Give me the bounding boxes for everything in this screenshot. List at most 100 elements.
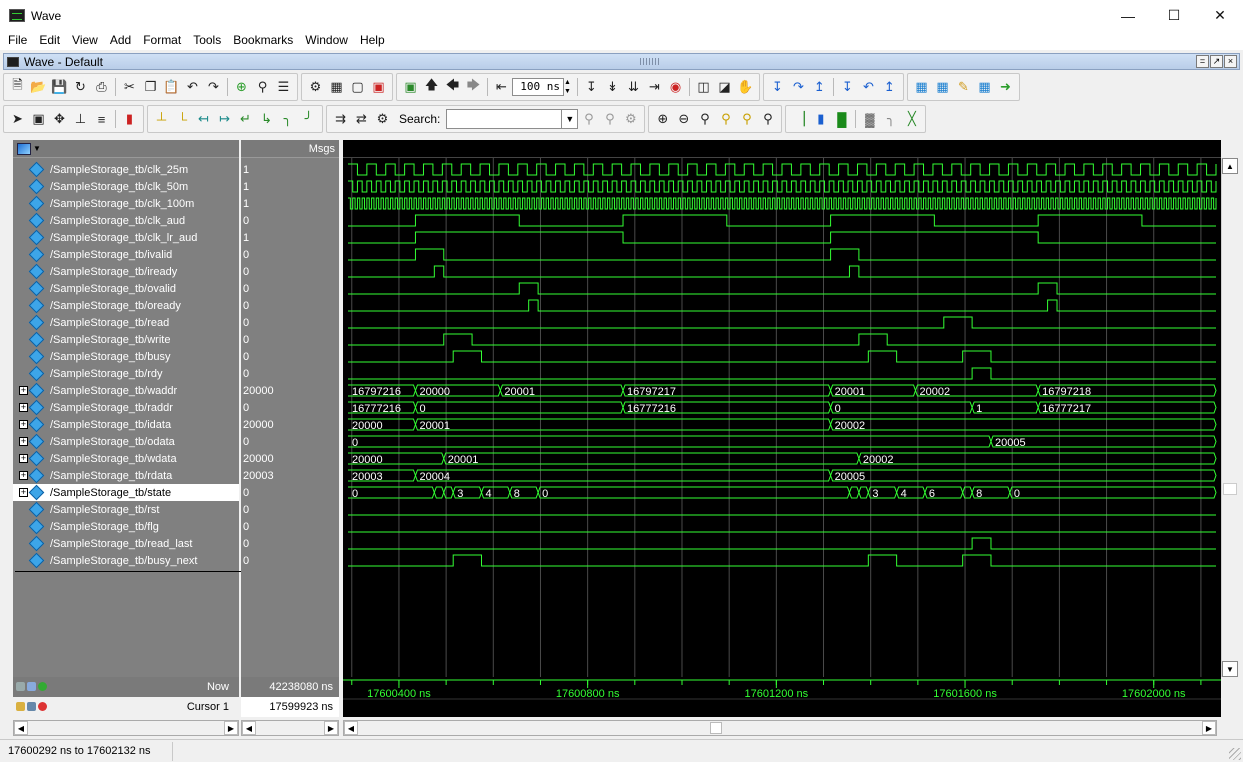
signal-value-row[interactable]: 1 — [241, 229, 339, 246]
simulate-icon[interactable]: ▢ — [347, 77, 368, 97]
new-file-icon[interactable]: 🗎 — [7, 77, 28, 97]
layout-alt-icon[interactable]: ▦ — [932, 77, 953, 97]
signal-value-row[interactable]: 1 — [241, 178, 339, 195]
arrow-right-icon[interactable]: 🡆 — [463, 77, 484, 97]
wave-scroll-thumb[interactable] — [710, 722, 722, 734]
names-scroll-right-icon[interactable]: ▶ — [224, 721, 238, 735]
expand-icon[interactable]: + — [19, 386, 28, 395]
layout-export-icon[interactable]: ➜ — [995, 77, 1016, 97]
zoom-full-icon[interactable]: ⚲ — [694, 109, 715, 129]
signal-row[interactable]: /SampleStorage_tb/iready — [13, 263, 239, 280]
chevron-down-icon[interactable]: ▼ — [33, 144, 41, 153]
signal-value-row[interactable]: 0 — [241, 297, 339, 314]
waveform-pane[interactable]: 16797216 20000 20001 16797217 20001 20002 1679… — [343, 140, 1221, 677]
close-button[interactable]: ✕ — [1197, 0, 1243, 31]
add-icon[interactable]: ⊕ — [231, 77, 252, 97]
minimize-button[interactable]: — — [1105, 0, 1151, 31]
search-dropdown-icon[interactable]: ▼ — [562, 109, 579, 129]
maximize-button[interactable]: ☐ — [1151, 0, 1197, 31]
scroll-down-icon[interactable]: ▼ — [1222, 661, 1238, 677]
wave-scroll-right-icon[interactable]: ▶ — [1202, 721, 1216, 735]
timeline-ruler[interactable]: 17600400 ns 17600800 ns 17601200 ns 1760160… — [343, 677, 1221, 717]
wave-vertical-scrollbar[interactable]: ▲ ▼ — [1221, 158, 1238, 677]
signal-value-row[interactable]: 0 — [241, 212, 339, 229]
scroll-up-icon[interactable]: ▲ — [1222, 158, 1238, 174]
find-icon[interactable]: ⚲ — [252, 77, 273, 97]
signal-value-row[interactable]: 0 — [241, 348, 339, 365]
search-forward-icon[interactable]: ⚲ — [599, 109, 620, 129]
signal-row[interactable]: /SampleStorage_tb/busy — [13, 348, 239, 365]
signal-row[interactable]: + /SampleStorage_tb/rdata — [13, 467, 239, 484]
delete-cursor-icon[interactable]: └ — [172, 109, 193, 129]
signal-value-row[interactable]: 0 — [241, 484, 339, 501]
undo-icon[interactable]: ↶ — [182, 77, 203, 97]
step-over-icon[interactable]: ↷ — [788, 77, 809, 97]
stretch-mode-icon[interactable]: ≡ — [91, 109, 112, 129]
signal-row[interactable]: /SampleStorage_tb/busy_next — [13, 552, 239, 569]
step-into-icon[interactable]: ↧ — [767, 77, 788, 97]
signal-row[interactable]: /SampleStorage_tb/flg — [13, 518, 239, 535]
vertical-scroll-thumb[interactable] — [1223, 483, 1237, 495]
wave-logic-icon[interactable]: ╮ — [880, 109, 901, 129]
signal-value-row[interactable]: 1 — [241, 195, 339, 212]
wave-fill-icon[interactable]: █ — [831, 109, 852, 129]
arrow-up-icon[interactable]: 🡅 — [421, 77, 442, 97]
add-cursor-icon[interactable] — [38, 682, 47, 691]
signal-row[interactable]: /SampleStorage_tb/ovalid — [13, 280, 239, 297]
pane-drag-handle[interactable] — [640, 58, 660, 65]
next-edge-icon[interactable]: ↦ — [214, 109, 235, 129]
wave-options-icon[interactable] — [17, 142, 31, 155]
wave-height-alt-icon[interactable]: ▮ — [810, 109, 831, 129]
values-scroll-left-icon[interactable]: ◀ — [242, 721, 256, 735]
hand-icon[interactable]: ✋ — [735, 77, 756, 97]
zoom-range-icon[interactable]: ⚲ — [757, 109, 778, 129]
wave-pattern-icon[interactable]: ▓ — [859, 109, 880, 129]
remove-cursor-icon[interactable] — [38, 702, 47, 711]
waveform-canvas[interactable]: 16797216 20000 20001 16797217 20001 20002 1679… — [343, 158, 1221, 677]
signal-row[interactable]: /SampleStorage_tb/clk_50m — [13, 178, 239, 195]
lock-cursor-icon[interactable] — [16, 702, 25, 711]
expand-icon[interactable]: + — [19, 420, 28, 429]
next-transition-icon[interactable]: ↳ — [256, 109, 277, 129]
insert-cursor-icon[interactable]: ┴ — [151, 109, 172, 129]
resize-grip-icon[interactable] — [1229, 748, 1241, 760]
run-length-input[interactable]: 100 ns — [512, 78, 564, 96]
signal-row[interactable]: /SampleStorage_tb/read_last — [13, 535, 239, 552]
signal-value-row[interactable]: 0 — [241, 552, 339, 569]
expand-icon[interactable]: + — [19, 488, 28, 497]
menu-file[interactable]: File — [2, 31, 33, 50]
layout-icon[interactable]: ▦ — [911, 77, 932, 97]
run-all-icon[interactable]: ⇊ — [623, 77, 644, 97]
step-back-over-icon[interactable]: ↶ — [858, 77, 879, 97]
menu-format[interactable]: Format — [137, 31, 187, 50]
redo-icon[interactable]: ↷ — [203, 77, 224, 97]
break-icon[interactable]: ▣ — [368, 77, 389, 97]
signal-row[interactable]: /SampleStorage_tb/clk_lr_aud — [13, 229, 239, 246]
cursor-settings-icon[interactable] — [16, 682, 25, 691]
search-input[interactable] — [446, 109, 563, 129]
signal-row[interactable]: /SampleStorage_tb/ivalid — [13, 246, 239, 263]
menu-tools[interactable]: Tools — [187, 31, 227, 50]
pan-mode-icon[interactable]: ✥ — [49, 109, 70, 129]
signal-value-row[interactable]: 0 — [241, 399, 339, 416]
delta-time-icon[interactable]: ⇄ — [351, 109, 372, 129]
breakpoint-icon[interactable]: ▮ — [119, 109, 140, 129]
signal-row[interactable]: + /SampleStorage_tb/state — [13, 484, 239, 501]
signal-value-row[interactable]: 0 — [241, 365, 339, 382]
signal-row[interactable]: /SampleStorage_tb/clk_25m — [13, 161, 239, 178]
compile-icon[interactable]: ⚙ — [305, 77, 326, 97]
signal-value-row[interactable]: 20000 — [241, 382, 339, 399]
cursor-row[interactable]: Cursor 1 — [13, 697, 239, 717]
wave-height-icon[interactable]: ▕ — [789, 109, 810, 129]
pane-close-button[interactable]: × — [1224, 55, 1237, 68]
copy-icon[interactable]: ❐ — [140, 77, 161, 97]
step-out-icon[interactable]: ↥ — [809, 77, 830, 97]
cursor-value-row[interactable]: 17599923 ns — [241, 697, 339, 717]
timeline-ruler-canvas[interactable]: 17600400 ns 17600800 ns 17601200 ns 1760160… — [343, 677, 1221, 717]
names-scroll-left-icon[interactable]: ◀ — [14, 721, 28, 735]
step-back-out-icon[interactable]: ↥ — [879, 77, 900, 97]
menu-help[interactable]: Help — [354, 31, 391, 50]
next-falling-icon[interactable]: ╯ — [298, 109, 319, 129]
signal-value-row[interactable]: 20000 — [241, 450, 339, 467]
signal-row[interactable]: /SampleStorage_tb/write — [13, 331, 239, 348]
